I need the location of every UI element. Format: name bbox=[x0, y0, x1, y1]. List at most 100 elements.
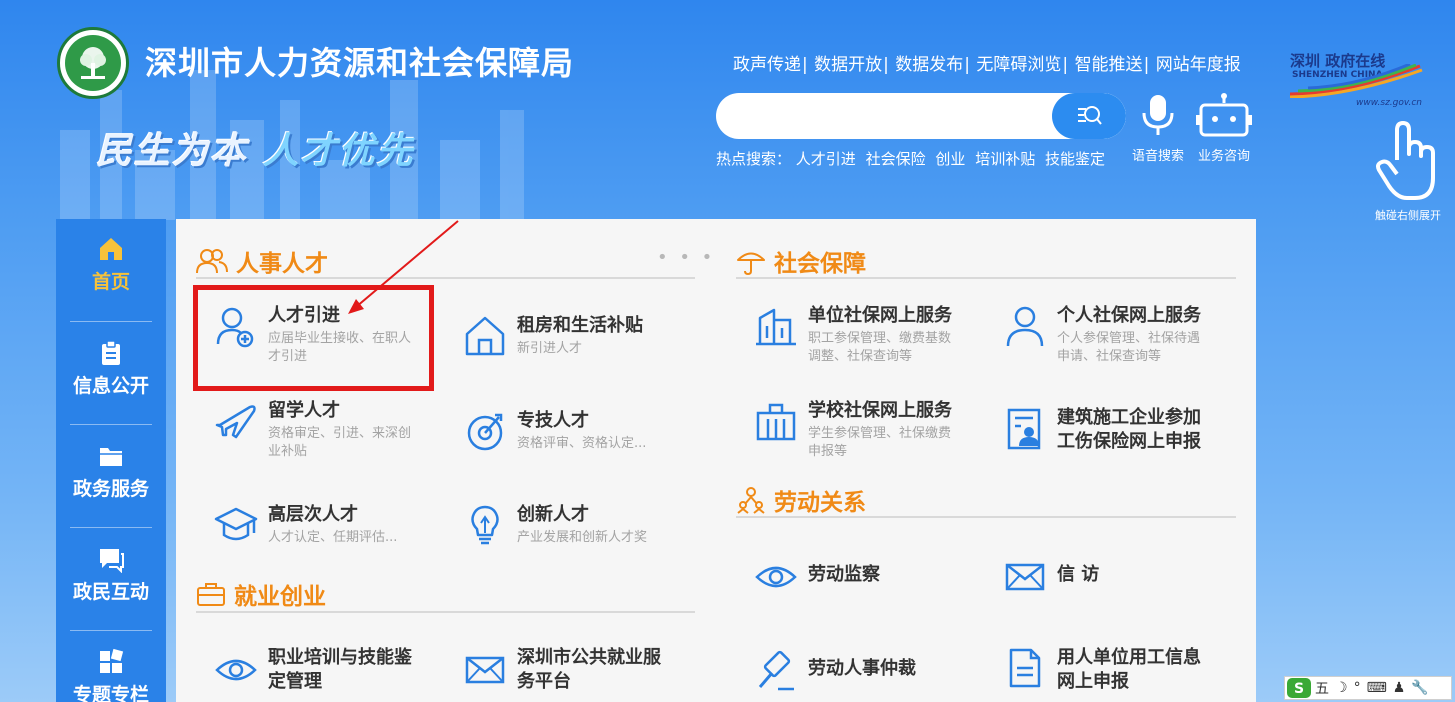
service-title: 劳动人事仲裁 bbox=[808, 658, 916, 679]
section-title: 人事人才 bbox=[236, 251, 328, 277]
nav-divider bbox=[70, 424, 152, 425]
slogan-part2: 人才优先 bbox=[262, 130, 415, 172]
nav-label: 政民互动 bbox=[72, 581, 149, 603]
consult-button[interactable]: 业务咨询 bbox=[1195, 93, 1253, 164]
voice-search-button[interactable]: 语音搜索 bbox=[1132, 93, 1184, 164]
more-button[interactable]: • • • bbox=[657, 247, 715, 268]
home-icon bbox=[100, 238, 122, 260]
service-school-social-security[interactable]: 学校社保网上服务 学生参保管理、社保缴费 申报等 bbox=[754, 399, 952, 461]
nav-gov-service[interactable]: 政务服务 bbox=[56, 426, 166, 528]
hot-search-item[interactable]: 人才引进 bbox=[796, 150, 856, 168]
section-divider bbox=[196, 611, 695, 613]
people-icon bbox=[196, 249, 228, 274]
search-button[interactable] bbox=[1052, 93, 1126, 139]
ime-punct-icon[interactable]: ° bbox=[1354, 680, 1361, 696]
top-link-smart-push[interactable]: 智能推送 bbox=[1075, 55, 1143, 75]
section-renshi-header: 人事人才 bbox=[196, 244, 328, 278]
top-link-zhengsheng[interactable]: 政声传递 bbox=[733, 55, 801, 75]
section-title: 社会保障 bbox=[774, 251, 866, 277]
service-title: 高层次人才 bbox=[268, 504, 358, 525]
top-links: 政声传递| 数据开放| 数据发布| 无障碍浏览| 智能推送| 网站年度报 bbox=[733, 55, 1241, 75]
section-divider bbox=[736, 277, 1236, 279]
section-divider bbox=[196, 277, 695, 279]
touch-expand[interactable]: 触碰右侧展开 bbox=[1370, 120, 1446, 223]
envelope-icon bbox=[1005, 563, 1045, 591]
search-input[interactable] bbox=[716, 93, 1046, 139]
hot-search-item[interactable]: 技能鉴定 bbox=[1045, 150, 1105, 168]
section-title: 就业创业 bbox=[234, 584, 326, 610]
grid-icon bbox=[100, 648, 124, 673]
nav-interaction[interactable]: 政民互动 bbox=[56, 529, 166, 631]
service-title: 学校社保网上服务 bbox=[808, 400, 952, 421]
service-title: 专技人才 bbox=[517, 410, 589, 431]
service-labor-arbitration[interactable]: 劳动人事仲裁 bbox=[754, 649, 916, 693]
service-title: 用人单位用工信息 bbox=[1057, 647, 1201, 668]
ime-moon-icon[interactable]: ☽ bbox=[1335, 680, 1348, 696]
service-desc: 资格评审、资格认定... bbox=[517, 436, 647, 451]
voice-search-label: 语音搜索 bbox=[1132, 149, 1185, 164]
nav-label: 政务服务 bbox=[72, 478, 149, 500]
service-innovation-talent[interactable]: 创新人才 产业发展和创新人才奖 bbox=[463, 503, 647, 547]
graduation-cap-icon bbox=[214, 507, 258, 541]
ime-mode[interactable]: 五 bbox=[1315, 678, 1329, 698]
service-title: 信 访 bbox=[1057, 564, 1100, 585]
service-labor-inspection[interactable]: 劳动监察 bbox=[754, 555, 880, 599]
service-desc: 申报等 bbox=[808, 444, 848, 459]
site-title: 深圳市人力资源和社会保障局 bbox=[145, 44, 575, 82]
house-icon bbox=[465, 316, 505, 356]
service-desc: 资格审定、引进、来深创 bbox=[268, 426, 412, 441]
nav-label: 首页 bbox=[91, 271, 130, 293]
service-desc: 调整、社保查询等 bbox=[808, 349, 913, 364]
ime-user-icon[interactable]: ♟ bbox=[1393, 680, 1406, 696]
umbrella-icon bbox=[737, 252, 765, 275]
top-link-accessibility[interactable]: 无障碍浏览 bbox=[976, 55, 1061, 75]
clipboard-icon bbox=[102, 340, 120, 365]
airplane-icon bbox=[215, 405, 256, 439]
service-high-level-talent[interactable]: 高层次人才 人才认定、任期评估... bbox=[214, 503, 397, 547]
tree-emblem-icon bbox=[65, 35, 121, 91]
worker-card-icon bbox=[1007, 408, 1041, 450]
nav-info-public[interactable]: 信息公开 bbox=[56, 323, 166, 425]
school-icon bbox=[756, 403, 796, 441]
service-construction-injury-insurance[interactable]: 建筑施工企业参加 工伤保险网上申报 bbox=[1003, 406, 1201, 454]
lightbulb-icon bbox=[471, 505, 499, 545]
service-vocational-training[interactable]: 职业培训与技能鉴 定管理 bbox=[214, 646, 412, 694]
briefcase-icon bbox=[197, 583, 225, 606]
top-link-data-publish[interactable]: 数据发布 bbox=[895, 55, 963, 75]
service-title: 工伤保险网上申报 bbox=[1057, 431, 1201, 452]
service-title: 网上申报 bbox=[1057, 671, 1129, 692]
eye-icon bbox=[215, 659, 257, 681]
ime-toolbar[interactable]: S 五 ☽ ° ⌨ ♟ 🔧 bbox=[1284, 676, 1452, 700]
service-title: 职业培训与技能鉴 bbox=[268, 647, 412, 668]
service-desc: 申请、社保查询等 bbox=[1057, 349, 1162, 364]
rainbow-swoosh-icon bbox=[1289, 64, 1423, 98]
service-rent-subsidy[interactable]: 租房和生活补贴 新引进人才 bbox=[463, 314, 643, 358]
service-desc: 职工参保管理、缴费基数 bbox=[808, 331, 952, 346]
service-petition[interactable]: 信 访 bbox=[1003, 555, 1099, 599]
ime-keyboard-icon[interactable]: ⌨ bbox=[1367, 680, 1387, 696]
top-link-annual-report[interactable]: 网站年度报 bbox=[1156, 55, 1241, 75]
service-desc: 业补贴 bbox=[268, 444, 308, 459]
hand-pointer-icon bbox=[1376, 121, 1435, 200]
sz-logo-url: www.sz.gov.cn bbox=[1356, 98, 1422, 108]
service-unit-social-security[interactable]: 单位社保网上服务 职工参保管理、缴费基数 调整、社保查询等 bbox=[754, 304, 952, 366]
bureau-logo[interactable] bbox=[57, 27, 129, 99]
service-personal-social-security[interactable]: 个人社保网上服务 个人参保管理、社保待遇 申请、社保查询等 bbox=[1003, 304, 1201, 366]
hot-search-item[interactable]: 创业 bbox=[935, 150, 965, 168]
shenzhen-gov-logo[interactable]: 深圳 政府在线 SHENZHEN CHINA www.sz.gov.cn bbox=[1288, 50, 1424, 112]
hot-search-item[interactable]: 社会保险 bbox=[866, 150, 926, 168]
hot-search-item[interactable]: 培训补贴 bbox=[975, 150, 1035, 168]
top-link-data-open[interactable]: 数据开放 bbox=[814, 55, 882, 75]
service-professional-talent[interactable]: 专技人才 资格评审、资格认定... bbox=[463, 409, 646, 453]
robot-icon bbox=[1196, 93, 1252, 137]
ime-settings-icon[interactable]: 🔧 bbox=[1411, 680, 1428, 696]
nav-label: 信息公开 bbox=[72, 375, 149, 397]
service-employment-info-report[interactable]: 用人单位用工信息 网上申报 bbox=[1003, 646, 1201, 694]
service-overseas-talent[interactable]: 留学人才 资格审定、引进、来深创 业补贴 bbox=[214, 399, 411, 461]
service-desc: 新引进人才 bbox=[517, 341, 583, 356]
service-public-employment[interactable]: 深圳市公共就业服 务平台 bbox=[463, 646, 661, 694]
nav-topics[interactable]: 专题专栏 bbox=[56, 632, 166, 702]
service-title: 深圳市公共就业服 bbox=[517, 647, 661, 668]
nav-home[interactable]: 首页 bbox=[56, 219, 166, 321]
section-jiuye-header: 就业创业 bbox=[196, 577, 326, 611]
